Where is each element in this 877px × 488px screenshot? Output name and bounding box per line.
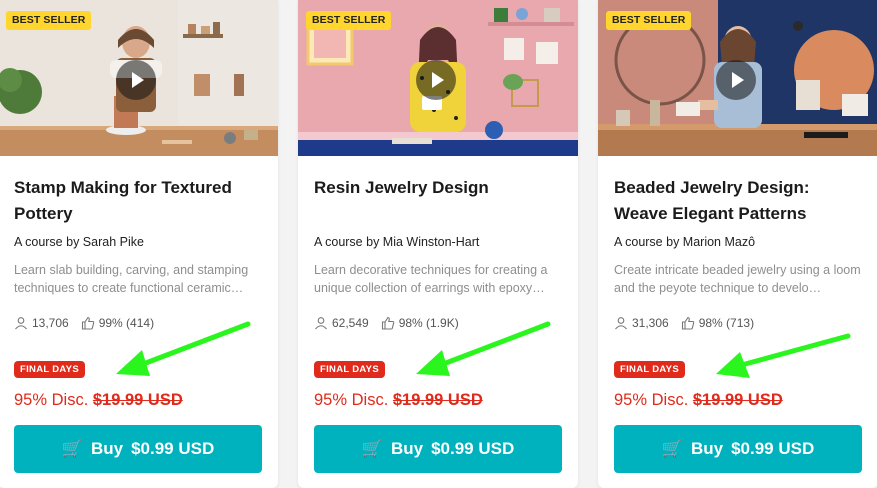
thumbs-up-icon	[681, 316, 694, 330]
rating: 99% (414)	[98, 316, 155, 330]
discount-label: 95% Disc.	[14, 391, 89, 409]
price-line: 95% Disc. $19.99 USD	[14, 391, 183, 410]
best-seller-badge: BEST SELLER	[606, 11, 692, 30]
buy-label: Buy	[90, 439, 124, 458]
course-title[interactable]: Stamp Making for Textured Pottery	[14, 175, 264, 227]
user-icon	[315, 317, 327, 330]
course-description: Create intricate beaded jewelry using a …	[614, 263, 861, 295]
course-description: Learn decorative techniques for creating…	[314, 263, 548, 295]
course-author: A course by Marion Mazô	[614, 235, 756, 249]
course-author: A course by Mia Winston-Hart	[314, 235, 480, 249]
course-description: Learn slab building, carving, and stampi…	[14, 263, 249, 295]
play-icon[interactable]	[116, 60, 156, 100]
course-thumbnail[interactable]: BEST SELLER	[598, 0, 877, 156]
course-stats: 31,306 98% (713)	[614, 316, 754, 330]
course-thumbnail[interactable]: BEST SELLER	[298, 0, 578, 156]
course-author: A course by Sarah Pike	[14, 235, 144, 249]
buy-price: $0.99 USD	[431, 439, 515, 458]
price-line: 95% Disc. $19.99 USD	[614, 391, 783, 410]
final-days-badge: FINAL DAYS	[14, 361, 85, 378]
discount-label: 95% Disc.	[314, 391, 389, 409]
user-icon	[15, 317, 27, 330]
buy-button[interactable]: 🛒 Buy $0.99 USD	[314, 425, 562, 473]
students-count: 13,706	[32, 316, 69, 330]
course-card[interactable]: BEST SELLER Beaded Jewelry Design: Weave…	[598, 0, 877, 488]
best-seller-badge: BEST SELLER	[6, 11, 92, 30]
rating: 98% (1.9K)	[398, 316, 459, 330]
price-line: 95% Disc. $19.99 USD	[314, 391, 483, 410]
course-card[interactable]: BEST SELLER Resin Jewelry Design A cours…	[298, 0, 578, 488]
course-stats: 62,549 98% (1.9K)	[314, 316, 459, 330]
buy-button[interactable]: 🛒 Buy $0.99 USD	[14, 425, 262, 473]
course-card[interactable]: BEST SELLER Stamp Making for Textured Po…	[0, 0, 278, 488]
course-title[interactable]: Resin Jewelry Design	[314, 175, 564, 201]
user-icon	[615, 317, 627, 330]
old-price: $19.99 USD	[692, 391, 783, 409]
buy-label: Buy	[390, 439, 424, 458]
play-icon[interactable]	[416, 60, 456, 100]
buy-label: Buy	[690, 439, 724, 458]
final-days-badge: FINAL DAYS	[314, 361, 385, 378]
discount-label: 95% Disc.	[614, 391, 689, 409]
buy-price: $0.99 USD	[731, 439, 815, 458]
course-stats: 13,706 99% (414)	[14, 316, 154, 330]
cart-icon: 🛒	[61, 439, 83, 458]
rating: 98% (713)	[698, 316, 755, 330]
buy-button[interactable]: 🛒 Buy $0.99 USD	[614, 425, 862, 473]
buy-price: $0.99 USD	[131, 439, 215, 458]
best-seller-badge: BEST SELLER	[306, 11, 392, 30]
final-days-badge: FINAL DAYS	[614, 361, 685, 378]
cart-icon: 🛒	[661, 439, 683, 458]
thumbs-up-icon	[81, 316, 94, 330]
students-count: 62,549	[332, 316, 369, 330]
thumbs-up-icon	[381, 316, 394, 330]
cart-icon: 🛒	[361, 439, 383, 458]
students-count: 31,306	[632, 316, 669, 330]
course-title[interactable]: Beaded Jewelry Design: Weave Elegant Pat…	[614, 175, 864, 227]
play-icon[interactable]	[716, 60, 756, 100]
old-price: $19.99 USD	[92, 391, 183, 409]
course-thumbnail[interactable]: BEST SELLER	[0, 0, 278, 156]
old-price: $19.99 USD	[392, 391, 483, 409]
